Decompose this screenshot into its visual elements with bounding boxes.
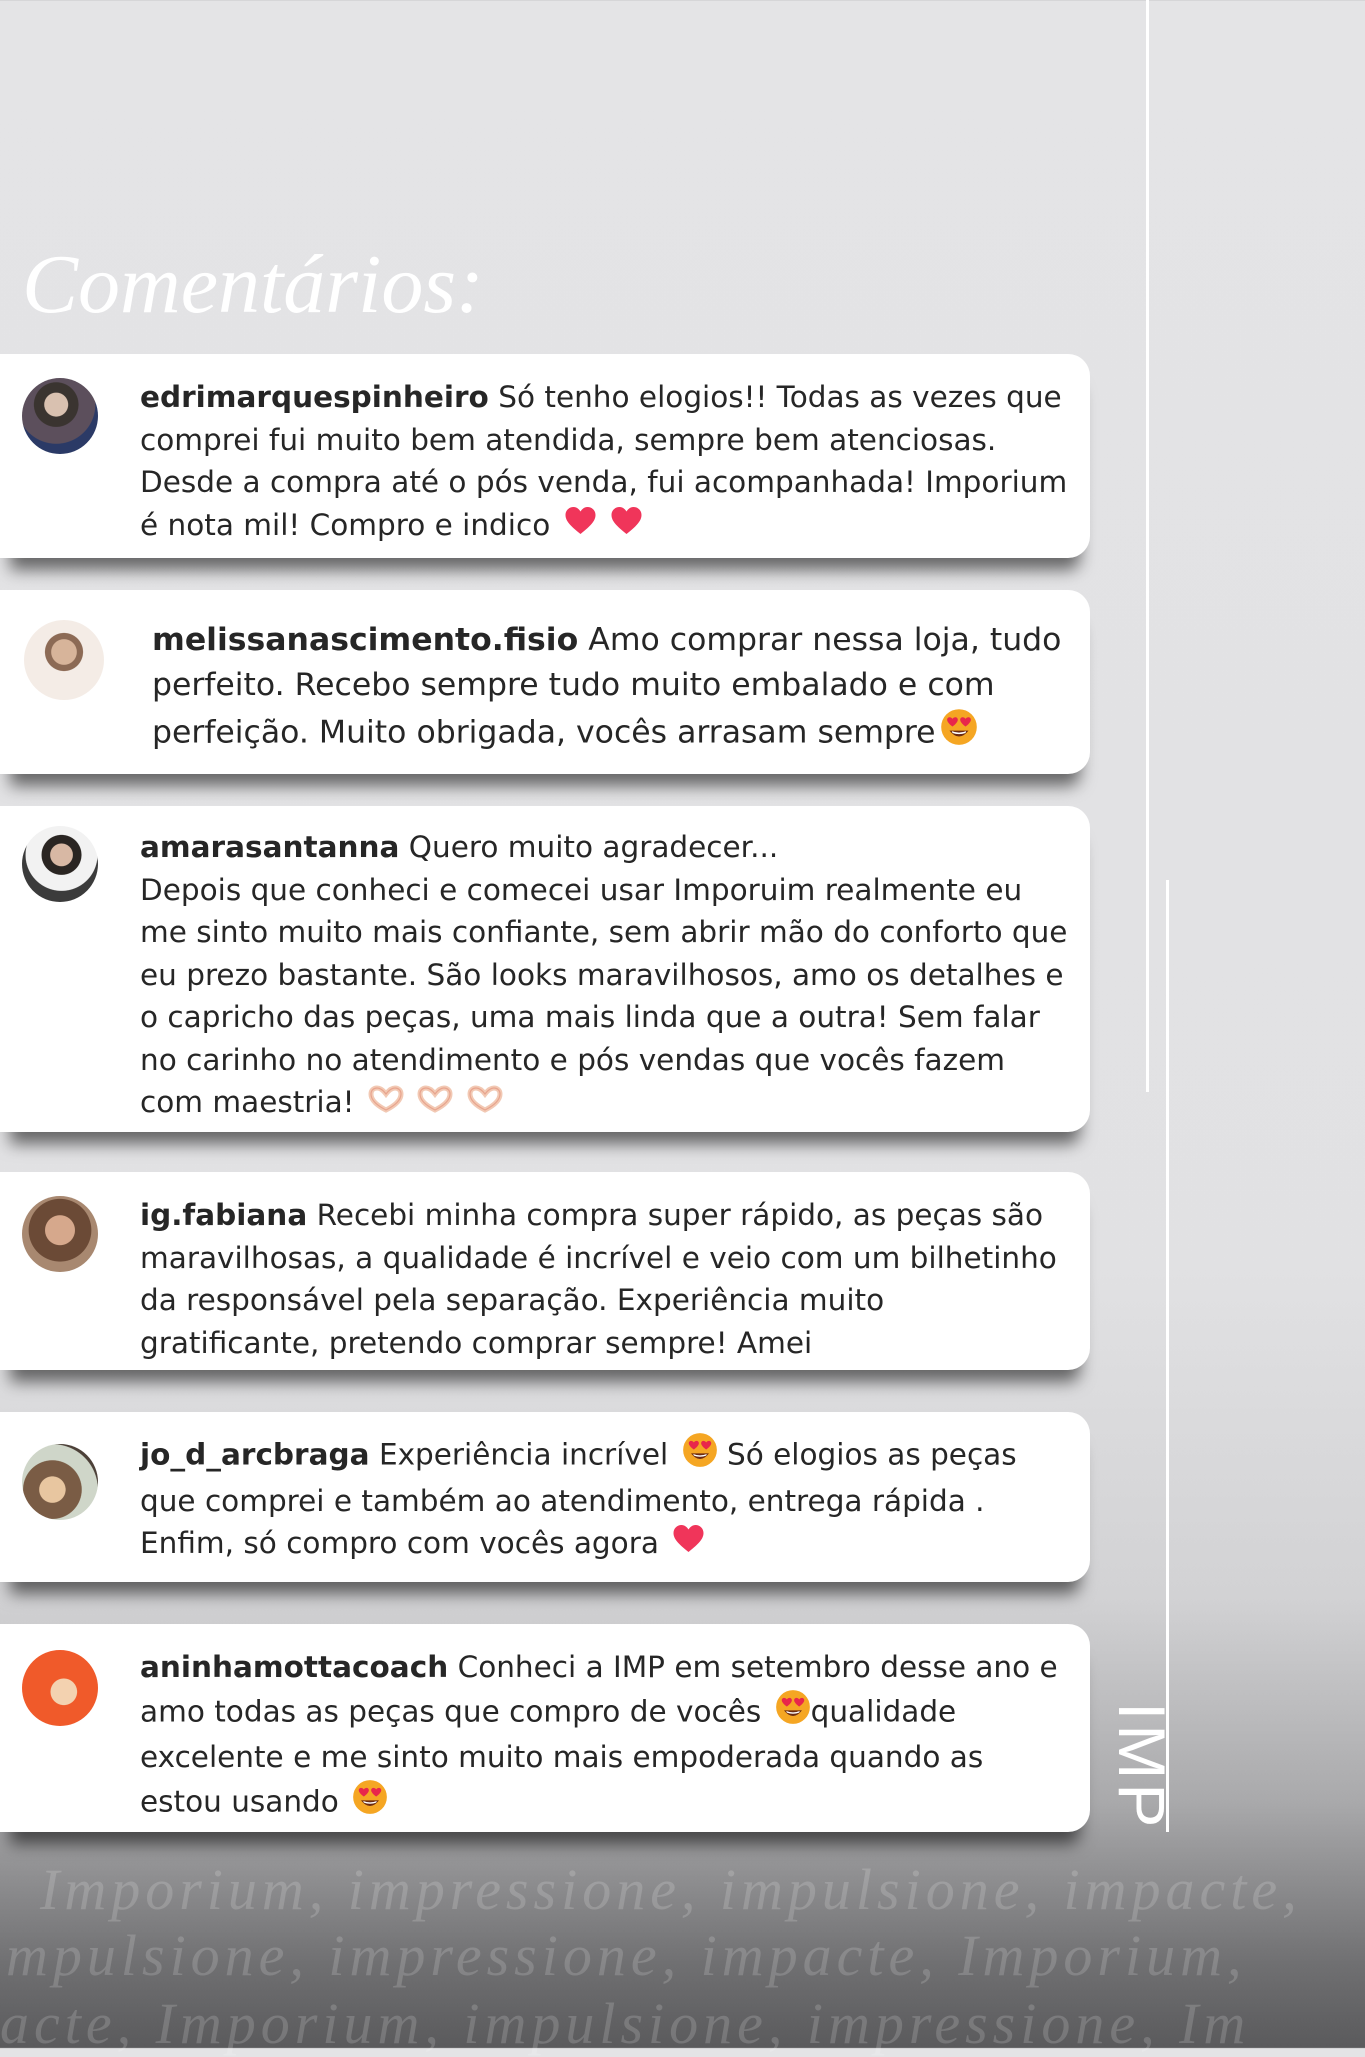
avatar [22, 378, 98, 454]
comment-body: jo_d_arcbraga Experiência incrível Só el… [140, 1432, 1068, 1566]
smiling-face-with-heart-eyes-icon [352, 1779, 388, 1827]
comment-body: melissanascimento.fisio Amo comprar ness… [152, 618, 1068, 759]
tagline-watermark: Imporium, impressione, impulsione, impac… [40, 1857, 1302, 1922]
tagline-watermark: acte, Imporium, impulsione, impressione,… [0, 1991, 1251, 2056]
comment-username[interactable]: melissanascimento.fisio [152, 622, 578, 658]
heart-hands-icon [368, 1082, 404, 1125]
comment-card: jo_d_arcbraga Experiência incrível Só el… [0, 1412, 1090, 1582]
comment-card: melissanascimento.fisio Amo comprar ness… [0, 590, 1090, 774]
comment-text: Quero muito agradecer... [408, 830, 779, 864]
heart-icon [672, 1523, 705, 1566]
decorative-vertical-line [1146, 0, 1149, 1092]
tagline-watermark: mpulsione, impressione, impacte, Imporiu… [6, 1923, 1247, 1988]
comment-card: aninhamottacoach Conheci a IMP em setemb… [0, 1624, 1090, 1832]
heart-hands-icon [467, 1082, 503, 1125]
comment-body: aninhamottacoach Conheci a IMP em setemb… [140, 1646, 1068, 1826]
comment-text: Experiência incrível [378, 1437, 669, 1472]
comment-username[interactable]: edrimarquespinheiro [140, 380, 489, 414]
heart-icon [564, 505, 597, 548]
avatar [24, 620, 104, 700]
comment-body: edrimarquespinheiro Só tenho elogios!! T… [140, 376, 1068, 547]
smiling-face-with-heart-eyes-icon [775, 1689, 811, 1737]
smiling-face-with-heart-eyes-icon [682, 1432, 718, 1480]
avatar [22, 1444, 98, 1520]
page-title: Comentários: [22, 238, 484, 331]
smiling-face-with-heart-eyes-icon [940, 708, 978, 759]
decorative-vertical-line [1166, 880, 1169, 1832]
comment-card: amarasantanna Quero muito agradecer... D… [0, 806, 1090, 1132]
comment-body: amarasantanna Quero muito agradecer... D… [140, 826, 1068, 1125]
heart-icon [610, 505, 643, 548]
heart-hands-icon [417, 1082, 453, 1125]
comment-text-continued: Depois que conheci e comecei usar Imporu… [140, 872, 1068, 1120]
comment-username[interactable]: amarasantanna [140, 830, 399, 864]
avatar [22, 1650, 98, 1726]
comment-body: ig.fabiana Recebi minha compra super ráp… [140, 1194, 1068, 1364]
comment-username[interactable]: ig.fabiana [140, 1198, 307, 1232]
comment-card: ig.fabiana Recebi minha compra super ráp… [0, 1172, 1090, 1370]
comment-username[interactable]: jo_d_arcbraga [140, 1437, 370, 1471]
brand-logo: IMP [1105, 1702, 1179, 1832]
avatar [22, 826, 98, 902]
avatar [22, 1196, 98, 1272]
comment-card: edrimarquespinheiro Só tenho elogios!! T… [0, 354, 1090, 558]
comment-username[interactable]: aninhamottacoach [140, 1650, 448, 1684]
